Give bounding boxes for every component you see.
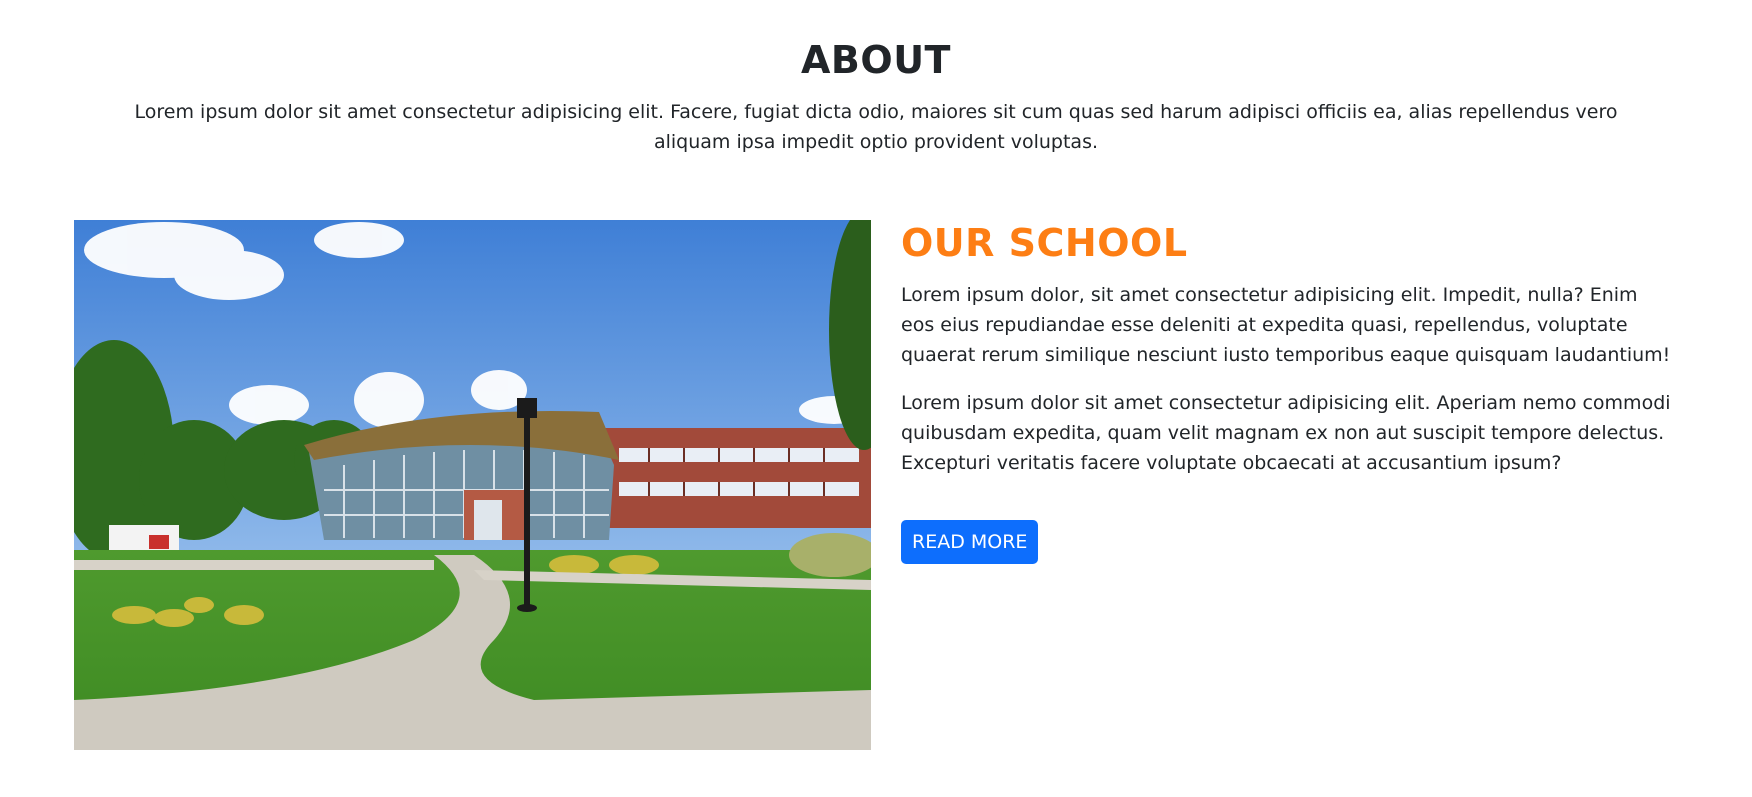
about-intro-text: Lorem ipsum dolor sit amet consectetur a… [134, 101, 1618, 153]
school-content: OUR SCHOOL Lorem ipsum dolor, sit amet c… [901, 218, 1671, 564]
read-more-button[interactable]: READ MORE [901, 520, 1039, 564]
school-paragraph-1: Lorem ipsum dolor, sit amet consectetur … [901, 284, 1671, 366]
about-title: ABOUT [801, 38, 951, 82]
school-photo-illustration [74, 220, 871, 750]
school-title: OUR SCHOOL [901, 221, 1188, 265]
school-paragraph-2: Lorem ipsum dolor sit amet consectetur a… [901, 392, 1671, 474]
about-section: ABOUT Lorem ipsum dolor sit amet consect… [0, 0, 1752, 797]
school-photo [74, 220, 871, 750]
